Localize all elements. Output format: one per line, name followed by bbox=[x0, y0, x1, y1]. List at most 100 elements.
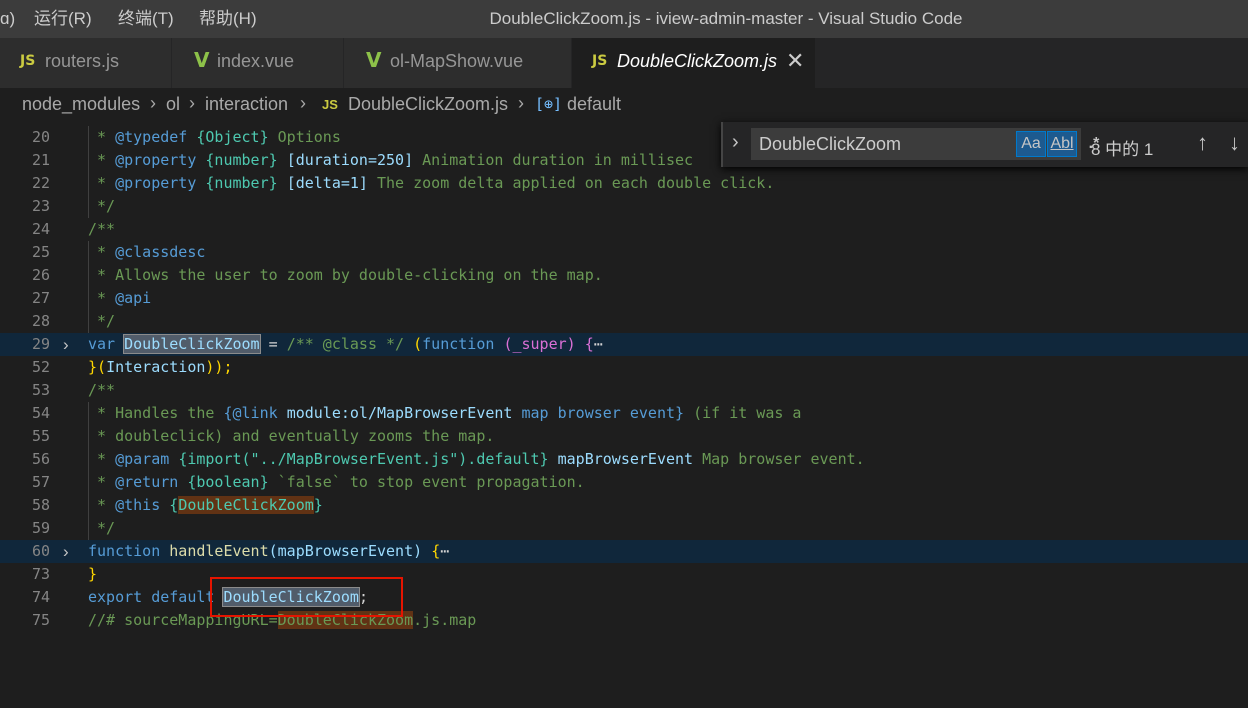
code-text: * @property {number} [duration=250] Anim… bbox=[88, 151, 694, 169]
code-editor[interactable]: 20 * @typedef {Object} Options 21 * @pro… bbox=[0, 126, 1248, 708]
line-number: 22 bbox=[31, 174, 50, 192]
line-number: 75 bbox=[31, 611, 50, 629]
code-text: * @this {DoubleClickZoom} bbox=[88, 496, 323, 514]
breadcrumb: node_modules › ol › interaction › JS Dou… bbox=[0, 88, 1248, 122]
code-line: 57 * @return {boolean} `false` to stop e… bbox=[0, 471, 1248, 494]
tab-index-vue[interactable]: V index.vue bbox=[172, 38, 344, 88]
chevron-right-icon: › bbox=[150, 93, 156, 113]
breadcrumb-node-modules[interactable]: node_modules bbox=[22, 94, 140, 115]
code-text: /** bbox=[88, 220, 116, 238]
code-text: * doubleclick) and eventually zooms the … bbox=[88, 427, 495, 445]
tab-doubleclickzoom-js[interactable]: JS DoubleClickZoom.js ✕ bbox=[572, 38, 816, 88]
line-number: 24 bbox=[31, 220, 50, 238]
match-whole-word-toggle[interactable]: Abl bbox=[1047, 131, 1077, 157]
chevron-right-icon: › bbox=[518, 93, 524, 113]
match-case-toggle[interactable]: Aa bbox=[1016, 131, 1046, 157]
line-number: 54 bbox=[31, 404, 50, 422]
code-line: 23 */ bbox=[0, 195, 1248, 218]
line-number: 74 bbox=[31, 588, 50, 606]
code-text: * @classdesc bbox=[88, 243, 206, 261]
line-number: 20 bbox=[31, 128, 50, 146]
code-line: 60 › function handleEvent(mapBrowserEven… bbox=[0, 540, 1248, 563]
find-input[interactable]: DoubleClickZoom Aa Abl .* bbox=[751, 128, 1099, 160]
line-number: 21 bbox=[31, 151, 50, 169]
tab-label: index.vue bbox=[217, 51, 295, 71]
next-match-arrow-down-icon[interactable]: ↓ bbox=[1229, 130, 1240, 156]
breadcrumb-interaction[interactable]: interaction bbox=[205, 94, 288, 115]
ellipsis-icon: ⋯ bbox=[593, 335, 603, 353]
code-line: 55 * doubleclick) and eventually zooms t… bbox=[0, 425, 1248, 448]
code-text: * Allows the user to zoom by double-clic… bbox=[88, 266, 603, 284]
code-line: 25 * @classdesc bbox=[0, 241, 1248, 264]
symbol-module-icon: [⊕] bbox=[535, 95, 563, 113]
line-number: 25 bbox=[31, 243, 50, 261]
line-number: 56 bbox=[31, 450, 50, 468]
tab-label: DoubleClickZoom.js bbox=[617, 51, 778, 71]
line-number: 23 bbox=[31, 197, 50, 215]
line-number: 26 bbox=[31, 266, 50, 284]
editor-tab-bar: JS routers.js V index.vue V ol-MapShow.v… bbox=[0, 38, 1248, 88]
ellipsis-icon: ⋯ bbox=[440, 542, 450, 560]
code-line: 75 //# sourceMappingURL=DoubleClickZoom.… bbox=[0, 609, 1248, 632]
chevron-right-icon: › bbox=[189, 93, 195, 113]
js-file-icon: JS bbox=[592, 53, 608, 69]
code-line: 52 }(Interaction)); bbox=[0, 356, 1248, 379]
previous-match-arrow-up-icon[interactable]: ↑ bbox=[1197, 130, 1208, 156]
code-line: 54 * Handles the {@link module:ol/MapBro… bbox=[0, 402, 1248, 425]
code-line: 22 * @property {number} [delta=1] The zo… bbox=[0, 172, 1248, 195]
code-text: function handleEvent(mapBrowserEvent) {⋯ bbox=[88, 542, 450, 560]
tab-ol-mapshow-vue[interactable]: V ol-MapShow.vue bbox=[344, 38, 572, 88]
code-text: }(Interaction)); bbox=[88, 358, 233, 376]
code-text: */ bbox=[97, 519, 116, 537]
fold-chevron-icon[interactable]: › bbox=[63, 540, 69, 563]
line-number: 29 bbox=[31, 335, 50, 353]
annotation-highlight-box bbox=[210, 577, 403, 617]
code-text: * @property {number} [delta=1] The zoom … bbox=[88, 174, 775, 192]
line-number: 52 bbox=[31, 358, 50, 376]
js-file-icon: JS bbox=[322, 97, 338, 112]
code-line: 28 */ bbox=[0, 310, 1248, 333]
breadcrumb-file[interactable]: DoubleClickZoom.js bbox=[348, 94, 508, 115]
match-count: 8 中的 1 bbox=[1091, 140, 1154, 159]
toggle-replace-chevron-icon[interactable]: › bbox=[732, 131, 739, 154]
code-text: } bbox=[88, 565, 98, 583]
window-title: DoubleClickZoom.js - iview-admin-master … bbox=[489, 9, 963, 28]
line-number: 59 bbox=[31, 519, 50, 537]
code-text: */ bbox=[97, 312, 116, 330]
code-line: 27 * @api bbox=[0, 287, 1248, 310]
tab-label: routers.js bbox=[45, 51, 120, 71]
code-line: 73 } bbox=[0, 563, 1248, 586]
line-number: 53 bbox=[31, 381, 50, 399]
code-line: 59 */ bbox=[0, 517, 1248, 540]
line-number: 58 bbox=[31, 496, 50, 514]
js-file-icon: JS bbox=[20, 53, 36, 69]
vue-file-icon: V bbox=[194, 48, 210, 72]
find-widget: › DoubleClickZoom Aa Abl .* 8 中的 1 ↑ ↓ bbox=[721, 122, 1248, 167]
line-number: 60 bbox=[31, 542, 50, 560]
code-text: * Handles the {@link module:ol/MapBrowse… bbox=[88, 404, 802, 422]
code-text: var DoubleClickZoom = /** @class */ (fun… bbox=[88, 334, 603, 354]
chevron-right-icon: › bbox=[300, 93, 306, 113]
code-line: 24 /** bbox=[0, 218, 1248, 241]
line-number: 57 bbox=[31, 473, 50, 491]
fold-chevron-icon[interactable]: › bbox=[63, 333, 69, 356]
code-line: 56 * @param {import("../MapBrowserEvent.… bbox=[0, 448, 1248, 471]
breadcrumb-ol[interactable]: ol bbox=[166, 94, 180, 115]
code-text: /** bbox=[88, 381, 116, 399]
code-line: 74 export default DoubleClickZoom; bbox=[0, 586, 1248, 609]
vue-file-icon: V bbox=[366, 48, 382, 72]
title-bar: ɑ) 运行(R) 终端(T) 帮助(H) DoubleClickZoom.js … bbox=[0, 0, 1248, 38]
line-number: 73 bbox=[31, 565, 50, 583]
tab-routers-js[interactable]: JS routers.js bbox=[0, 38, 172, 88]
line-number: 55 bbox=[31, 427, 50, 445]
tab-label: ol-MapShow.vue bbox=[390, 51, 524, 71]
line-number: 27 bbox=[31, 289, 50, 307]
breadcrumb-symbol-default[interactable]: default bbox=[567, 94, 621, 115]
close-icon[interactable]: ✕ bbox=[786, 48, 804, 74]
code-text: * @typedef {Object} Options bbox=[88, 128, 341, 146]
code-text: * @api bbox=[88, 289, 152, 307]
code-line: 26 * Allows the user to zoom by double-c… bbox=[0, 264, 1248, 287]
code-line: 29 › var DoubleClickZoom = /** @class */… bbox=[0, 333, 1248, 356]
find-input-value: DoubleClickZoom bbox=[759, 134, 902, 154]
line-number: 28 bbox=[31, 312, 50, 330]
